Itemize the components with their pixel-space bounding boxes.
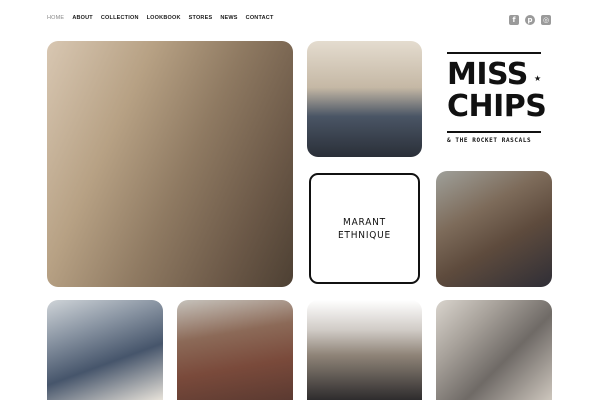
photo-girl-blue-hat[interactable] [307, 41, 422, 157]
logo-tagline: & THE ROCKET RASCALS [447, 137, 532, 144]
nav-lookbook[interactable]: LOOKBOOK [147, 15, 181, 21]
logo-line-2: CHIPS [447, 89, 547, 124]
star-icon: ★ [534, 74, 542, 83]
photo-two-kids[interactable] [436, 171, 552, 287]
nav-contact[interactable]: CONTACT [246, 15, 274, 21]
nav-home[interactable]: HOME [47, 15, 64, 21]
instagram-icon[interactable]: ◎ [541, 15, 551, 25]
nav-news[interactable]: NEWS [220, 15, 237, 21]
promo-line-1: MARANT [343, 216, 386, 228]
nav-stores[interactable]: STORES [189, 15, 213, 21]
brand-logo[interactable]: MISS ★ CHIPS & THE ROCKET RASCALS [445, 48, 547, 153]
hero-photo-girl-thistles[interactable] [47, 41, 293, 287]
marant-ethnique-tile[interactable]: MARANT ETHNIQUE [309, 173, 420, 284]
nav-about[interactable]: ABOUT [72, 15, 93, 21]
photo-patterned-sleeve[interactable] [436, 300, 552, 400]
photo-girl-cardigan[interactable] [47, 300, 163, 400]
logo-top-rule [447, 52, 541, 54]
logo-line-1: MISS [447, 57, 528, 92]
photo-girl-fur-hat[interactable] [307, 300, 422, 400]
main-nav: HOME ABOUT COLLECTION LOOKBOOK STORES NE… [47, 15, 274, 21]
promo-line-2: ETHNIQUE [337, 229, 392, 241]
facebook-icon[interactable]: f [509, 15, 519, 25]
logo-bottom-rule [447, 131, 541, 133]
pinterest-icon[interactable]: p [525, 15, 535, 25]
photo-girl-knit-hat[interactable] [177, 300, 293, 400]
nav-collection[interactable]: COLLECTION [101, 15, 139, 21]
social-links: f p ◎ [509, 15, 551, 25]
